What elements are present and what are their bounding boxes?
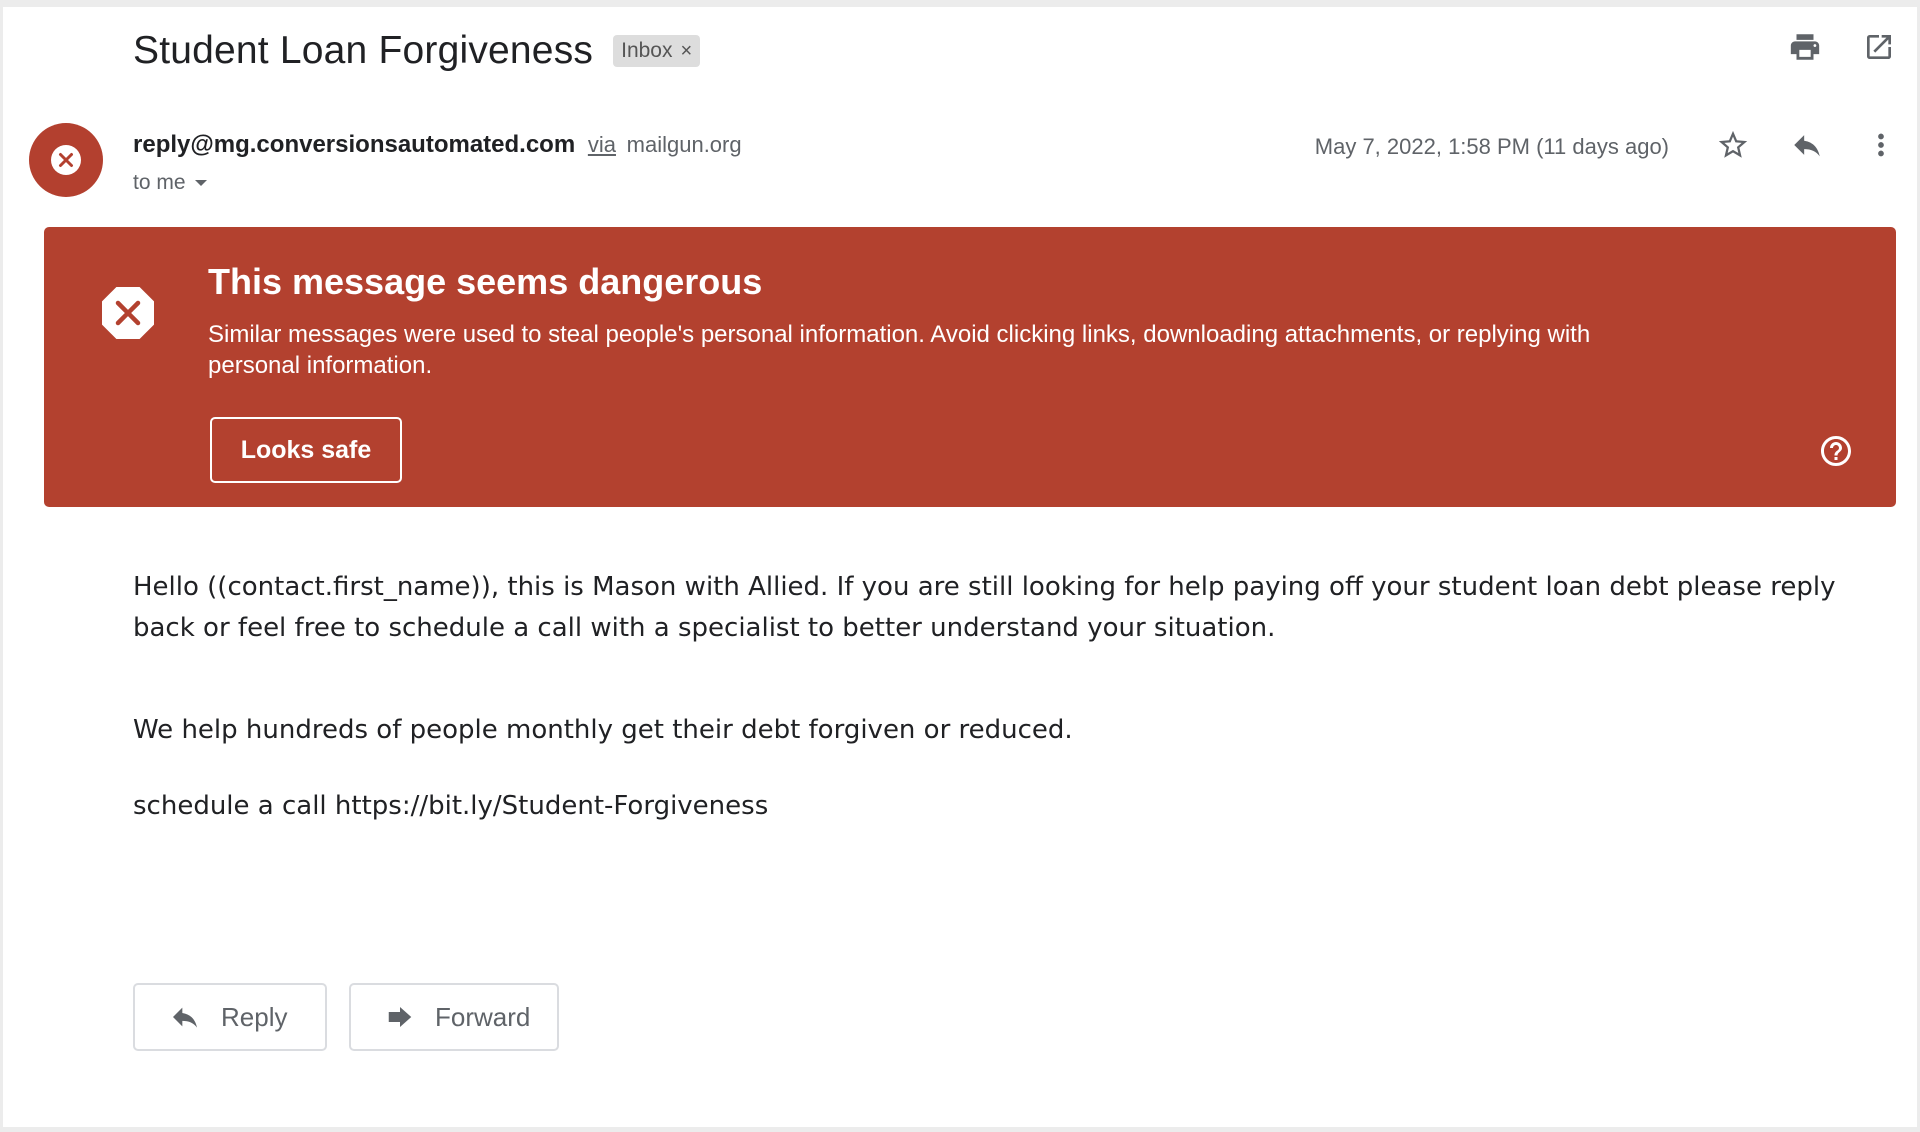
reply-icon: [173, 1007, 197, 1028]
body-paragraph: We help hundreds of people monthly get t…: [133, 715, 1073, 745]
warning-title: This message seems dangerous: [208, 261, 763, 302]
sender-avatar: [29, 123, 103, 197]
remove-label-button[interactable]: ×: [680, 40, 692, 63]
danger-x-icon: [51, 145, 81, 175]
dangerous-message-banner: This message seems dangerous Similar mes…: [44, 227, 1896, 507]
reply-button[interactable]: Reply: [133, 983, 327, 1051]
open-in-new-window-icon[interactable]: [1861, 29, 1897, 65]
sender-email[interactable]: reply@mg.conversionsautomated.com: [133, 131, 575, 158]
print-icon[interactable]: [1787, 29, 1823, 65]
header-actions: [1787, 29, 1897, 65]
help-circle-icon[interactable]: [1818, 433, 1854, 469]
reply-icon[interactable]: [1789, 127, 1825, 163]
more-vert-icon[interactable]: [1863, 127, 1899, 163]
recipient-text: to me: [133, 171, 186, 194]
inbox-label-chip[interactable]: Inbox ×: [613, 35, 701, 67]
body-paragraph: schedule a call https://bit.ly/Student-F…: [133, 791, 769, 821]
message-body: Hello ((contact.first_name)), this is Ma…: [133, 567, 1893, 821]
subject-row: Student Loan Forgiveness Inbox ×: [133, 29, 701, 73]
star-icon[interactable]: [1715, 127, 1751, 163]
via-domain: mailgun.org: [626, 132, 742, 157]
caret-down-icon: [194, 180, 207, 186]
forward-button[interactable]: Forward: [349, 983, 559, 1051]
looks-safe-button[interactable]: Looks safe: [210, 417, 402, 483]
forward-label: Forward: [435, 1001, 531, 1032]
label-text: Inbox: [621, 39, 673, 62]
message-actions: [1715, 127, 1899, 163]
via-link[interactable]: via: [588, 132, 616, 157]
forward-arrow-icon: [388, 1007, 412, 1027]
email-subject: Student Loan Forgiveness: [133, 29, 594, 72]
message-date: May 7, 2022, 1:58 PM (11 days ago): [1314, 134, 1669, 159]
sender-line: reply@mg.conversionsautomated.com via ma…: [133, 131, 742, 159]
body-paragraph: Hello ((contact.first_name)), this is Ma…: [133, 572, 1836, 643]
warning-description: Similar messages were used to steal peop…: [208, 321, 1591, 379]
recipient-details-toggle[interactable]: to me: [133, 171, 208, 195]
danger-x-icon: [102, 287, 154, 339]
email-view: Student Loan Forgiveness Inbox × reply@m…: [3, 7, 1917, 1127]
reply-label: Reply: [221, 1001, 288, 1032]
